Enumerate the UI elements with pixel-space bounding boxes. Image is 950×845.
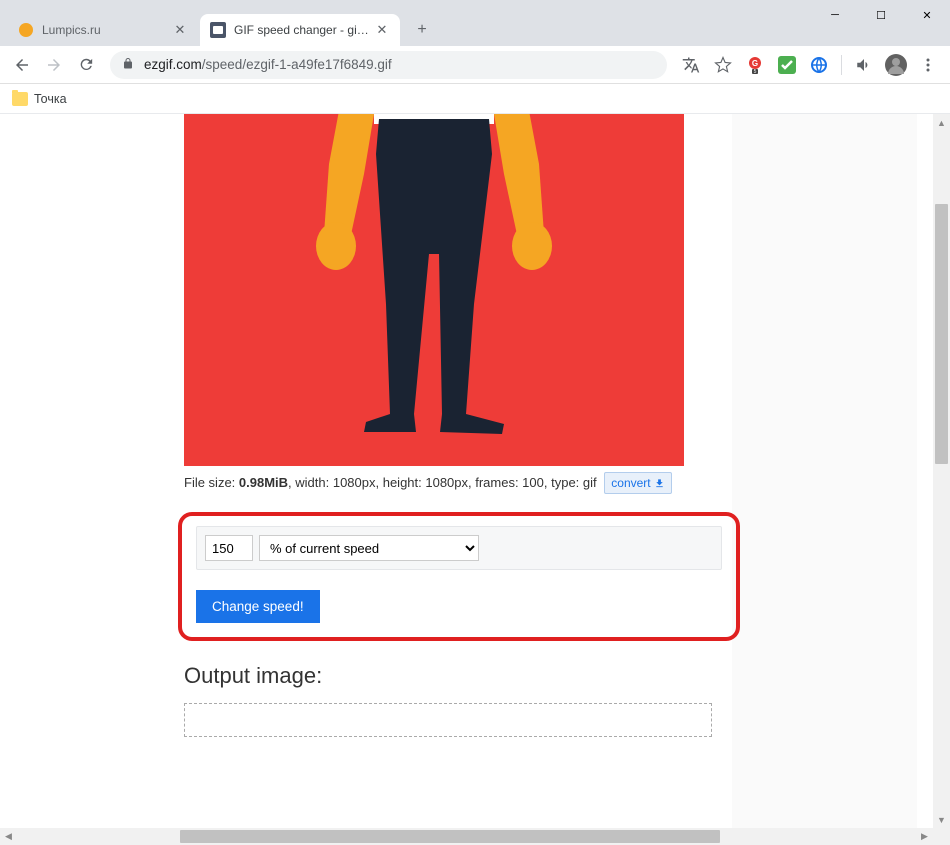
file-size: 0.98MiB bbox=[239, 475, 288, 490]
translate-icon[interactable] bbox=[677, 51, 705, 79]
file-info-rest: , width: 1080px, height: 1080px, frames:… bbox=[288, 475, 597, 490]
back-button[interactable] bbox=[8, 51, 36, 79]
scroll-up-arrow[interactable]: ▲ bbox=[933, 114, 950, 131]
window-controls: ─ ☐ ✕ bbox=[812, 0, 950, 40]
star-icon[interactable] bbox=[709, 51, 737, 79]
lock-icon bbox=[122, 57, 134, 73]
change-speed-button[interactable]: Change speed! bbox=[196, 590, 320, 623]
svg-text:5: 5 bbox=[754, 69, 757, 74]
maximize-button[interactable]: ☐ bbox=[858, 0, 904, 30]
output-heading: Output image: bbox=[184, 663, 714, 689]
svg-text:G: G bbox=[752, 59, 758, 68]
url-path: /speed/ezgif-1-a49fe17f6849.gif bbox=[202, 57, 392, 72]
tab-lumpics[interactable]: Lumpics.ru ✕ bbox=[8, 14, 198, 46]
bookmark-folder[interactable]: Точка bbox=[12, 92, 67, 106]
figure-illustration bbox=[274, 114, 594, 466]
scroll-down-arrow[interactable]: ▼ bbox=[933, 811, 950, 828]
bookmarks-bar: Точка bbox=[0, 84, 950, 114]
scroll-right-arrow[interactable]: ▶ bbox=[916, 828, 933, 845]
new-tab-button[interactable]: + bbox=[408, 16, 436, 44]
tab-title: GIF speed changer - gif-man-me bbox=[234, 23, 370, 37]
tab-ezgif[interactable]: GIF speed changer - gif-man-me ✕ bbox=[200, 14, 400, 46]
file-info-prefix: File size: bbox=[184, 475, 239, 490]
vertical-scrollbar[interactable]: ▲ ▼ bbox=[933, 114, 950, 828]
browser-toolbar: ezgif.com/speed/ezgif-1-a49fe17f6849.gif… bbox=[0, 46, 950, 84]
window-titlebar bbox=[0, 0, 950, 10]
speed-controls: % of current speed bbox=[196, 526, 722, 570]
media-icon[interactable] bbox=[850, 51, 878, 79]
extension-check-icon[interactable] bbox=[773, 51, 801, 79]
url-domain: ezgif.com bbox=[144, 57, 202, 72]
forward-button[interactable] bbox=[40, 51, 68, 79]
speed-input[interactable] bbox=[205, 535, 253, 561]
folder-icon bbox=[12, 92, 28, 106]
sidebar-area bbox=[732, 114, 917, 834]
favicon-lumpics bbox=[18, 22, 34, 38]
file-info: File size: 0.98MiB, width: 1080px, heigh… bbox=[184, 472, 714, 494]
gif-preview bbox=[184, 114, 684, 466]
profile-avatar[interactable] bbox=[882, 51, 910, 79]
separator bbox=[841, 55, 842, 75]
horizontal-scroll-thumb[interactable] bbox=[180, 830, 720, 843]
close-icon[interactable]: ✕ bbox=[172, 22, 188, 38]
favicon-ezgif bbox=[210, 22, 226, 38]
vertical-scroll-thumb[interactable] bbox=[935, 204, 948, 464]
minimize-button[interactable]: ─ bbox=[812, 0, 858, 30]
tab-strip: Lumpics.ru ✕ GIF speed changer - gif-man… bbox=[0, 10, 950, 46]
extension-g-icon[interactable]: G5 bbox=[741, 51, 769, 79]
convert-button[interactable]: convert bbox=[604, 472, 671, 494]
tab-title: Lumpics.ru bbox=[42, 23, 168, 37]
menu-icon[interactable] bbox=[914, 51, 942, 79]
close-window-button[interactable]: ✕ bbox=[904, 0, 950, 30]
speed-mode-select[interactable]: % of current speed bbox=[259, 535, 479, 561]
page-content: File size: 0.98MiB, width: 1080px, heigh… bbox=[0, 114, 950, 845]
reload-button[interactable] bbox=[72, 51, 100, 79]
bookmark-label: Точка bbox=[34, 92, 67, 106]
scroll-corner bbox=[933, 828, 950, 845]
horizontal-scrollbar[interactable]: ◀ ▶ bbox=[0, 828, 933, 845]
controls-highlight: % of current speed Change speed! bbox=[178, 512, 740, 641]
convert-label: convert bbox=[611, 474, 650, 492]
download-icon bbox=[654, 478, 665, 489]
scroll-left-arrow[interactable]: ◀ bbox=[0, 828, 17, 845]
output-placeholder bbox=[184, 703, 712, 737]
extension-globe-icon[interactable] bbox=[805, 51, 833, 79]
close-icon[interactable]: ✕ bbox=[374, 22, 390, 38]
address-bar[interactable]: ezgif.com/speed/ezgif-1-a49fe17f6849.gif bbox=[110, 51, 667, 79]
